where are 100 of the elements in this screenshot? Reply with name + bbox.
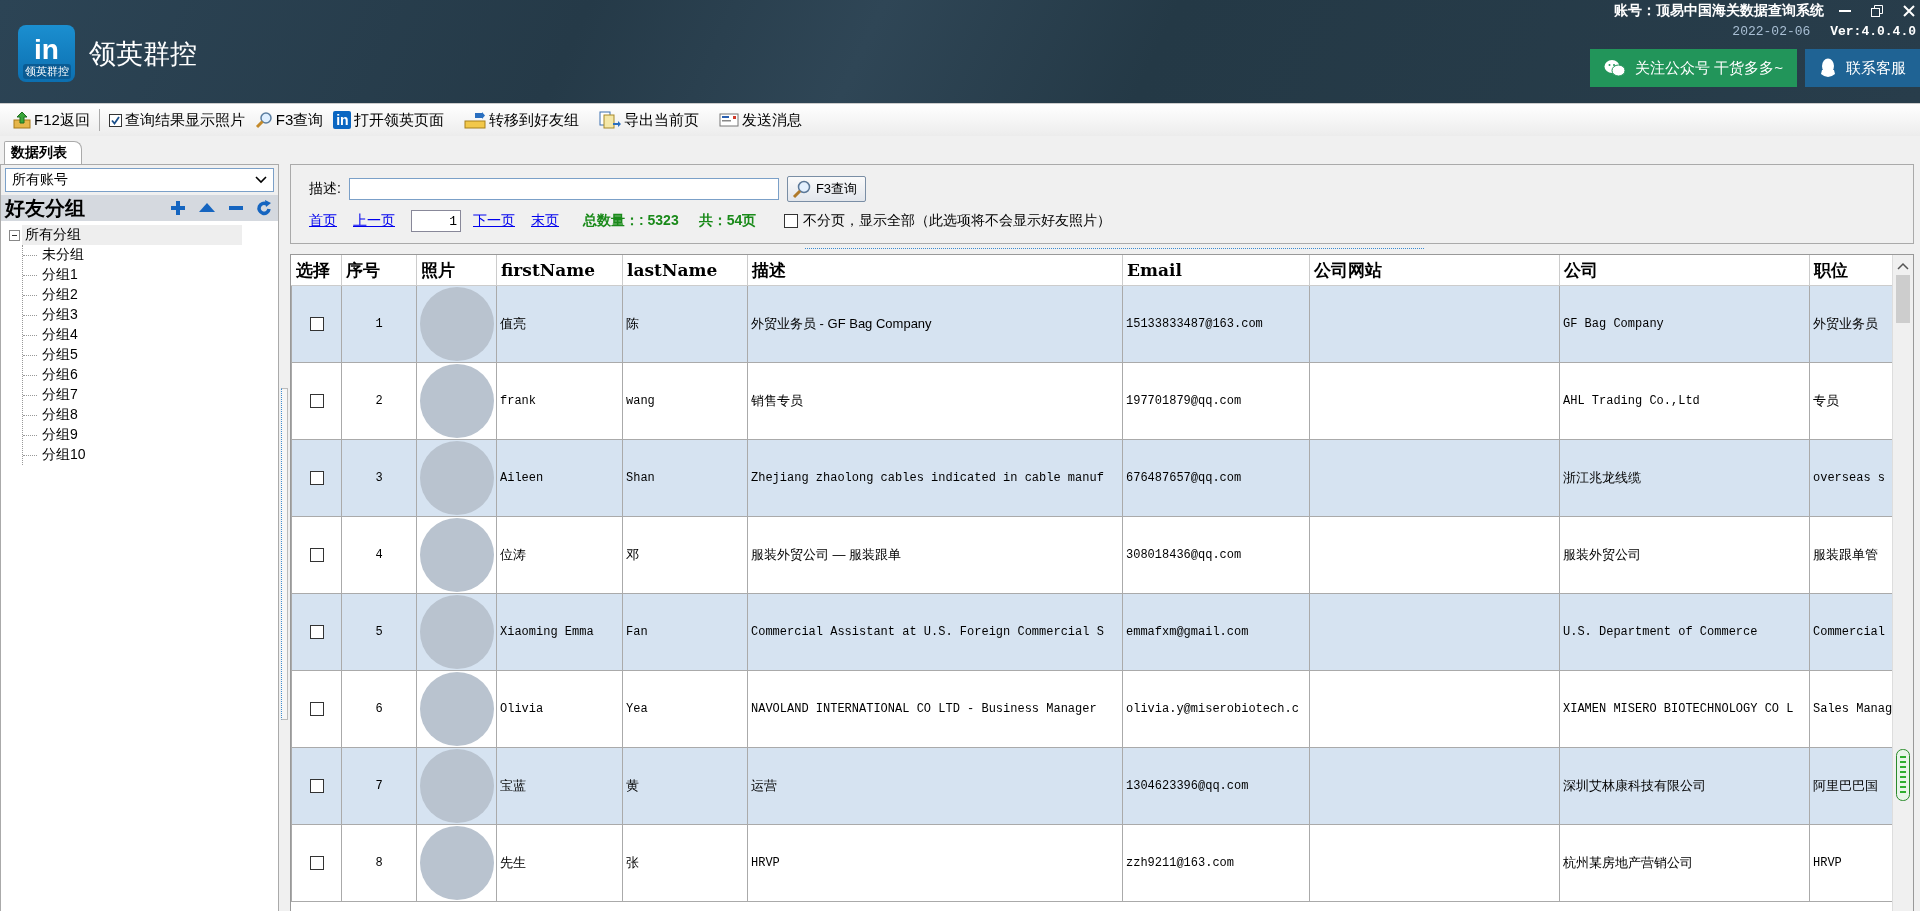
table-cell: 宝蓝: [496, 747, 623, 825]
table-cell: 外贸业务员 - GF Bag Company: [747, 285, 1123, 363]
contact-button[interactable]: 联系客服: [1805, 49, 1920, 87]
table-cell: NAVOLAND INTERNATIONAL CO LTD - Business Manager: [747, 670, 1123, 748]
row-checkbox[interactable]: [309, 316, 324, 331]
row-checkbox[interactable]: [309, 701, 324, 716]
row-checkbox[interactable]: [309, 547, 324, 562]
row-checkbox[interactable]: [309, 624, 324, 639]
column-header[interactable]: firstName: [496, 255, 623, 286]
table-cell: Commercial Assistant at U.S. Foreign Commercial S: [747, 593, 1123, 671]
toolbar-button[interactable]: 转移到好友组: [461, 108, 583, 132]
table-cell: zzh9211@163.com: [1122, 824, 1310, 902]
table-cell: Olivia: [496, 670, 623, 748]
tree-item[interactable]: 所有分组: [22, 225, 242, 245]
query-button[interactable]: F3查询: [786, 176, 867, 202]
close-icon[interactable]: [1902, 4, 1916, 18]
tree-item[interactable]: 未分组: [39, 245, 87, 265]
wechat-icon: [1604, 59, 1627, 77]
data-list-tab[interactable]: 数据列表: [4, 141, 82, 164]
row-checkbox[interactable]: [309, 855, 324, 870]
show-photos-checkbox[interactable]: 查询结果显示照片: [105, 108, 248, 132]
linkedin-icon: in: [333, 111, 352, 129]
table-cell: Aileen: [496, 439, 623, 517]
table-cell: 5: [341, 593, 417, 671]
table-cell: 运营: [747, 747, 1123, 825]
documents-arrow-icon: [599, 111, 622, 129]
table-cell: Commercial: [1809, 593, 1892, 671]
description-input[interactable]: [348, 178, 779, 200]
chevron-down-icon: [255, 176, 267, 184]
version-label: Ver:4.0.4.0: [1830, 24, 1916, 39]
tree-item[interactable]: 分组10: [39, 445, 89, 465]
table-cell: 4: [341, 516, 417, 594]
column-header[interactable]: 序号: [341, 255, 417, 286]
logo-mark: in: [34, 36, 59, 64]
table-cell: 陈: [622, 285, 748, 363]
tree-item[interactable]: 分组7: [39, 385, 81, 405]
table-cell: emmafxm@gmail.com: [1122, 593, 1310, 671]
tree-item[interactable]: 分组1: [39, 265, 81, 285]
grip-handle-icon[interactable]: [1896, 749, 1910, 801]
account-label: 账号：顶易中国海关数据查询系统: [1614, 2, 1824, 20]
column-header[interactable]: Email: [1122, 255, 1310, 286]
tree-item[interactable]: 分组6: [39, 365, 81, 385]
restore-icon[interactable]: [1870, 4, 1884, 18]
table-cell: GF Bag Company: [1559, 285, 1810, 363]
table-cell: 1304623396@qq.com: [1122, 747, 1310, 825]
total-count: 总数量：: 5323: [583, 212, 679, 230]
column-header[interactable]: 选择: [291, 255, 342, 286]
upload-arrow-icon: [13, 111, 31, 129]
tree-item[interactable]: 分组8: [39, 405, 81, 425]
scroll-up-icon[interactable]: [1897, 261, 1909, 271]
table-cell: 6: [341, 670, 417, 748]
toolbar-button[interactable]: F3查询: [251, 108, 327, 132]
collapse-icon[interactable]: [9, 229, 20, 241]
table-cell: 位涛: [496, 516, 623, 594]
table-cell: 308018436@qq.com: [1122, 516, 1310, 594]
tree-item[interactable]: 分组2: [39, 285, 81, 305]
column-header[interactable]: 照片: [416, 255, 497, 286]
add-icon[interactable]: [170, 200, 186, 216]
account-dropdown[interactable]: 所有账号: [5, 168, 274, 192]
next-page-link[interactable]: 下一页: [473, 212, 515, 230]
last-page-link[interactable]: 末页: [531, 212, 559, 230]
table-cell: HRVP: [747, 824, 1123, 902]
app-title: 领英群控: [89, 37, 197, 71]
tree-item[interactable]: 分组5: [39, 345, 81, 365]
splitter-handle[interactable]: [281, 388, 288, 720]
toolbar-button[interactable]: F12返回: [10, 108, 93, 132]
table-cell: 邓: [622, 516, 748, 594]
scrollbar-thumb[interactable]: [1896, 275, 1910, 323]
table-cell: 张: [622, 824, 748, 902]
first-page-link[interactable]: 首页: [309, 212, 337, 230]
table-cell: 阿里巴巴国: [1809, 747, 1892, 825]
table-cell: Zhejiang zhaolong cables indicated in cable manuf: [747, 439, 1123, 517]
refresh-icon[interactable]: [256, 200, 272, 216]
tree-item[interactable]: 分组9: [39, 425, 81, 445]
table-cell: 杭州某房地产营销公司: [1559, 824, 1810, 902]
column-header[interactable]: lastName: [622, 255, 748, 286]
column-header[interactable]: 描述: [747, 255, 1123, 286]
no-paging-checkbox[interactable]: 不分页，显示全部（此选项将不会显示好友照片）: [784, 212, 1112, 230]
follow-button[interactable]: 关注公众号 干货多多~: [1590, 49, 1797, 87]
table-cell: Xiaoming Emma: [496, 593, 623, 671]
toolbar-button[interactable]: 导出当前页: [596, 108, 703, 132]
tree-item[interactable]: 分组4: [39, 325, 81, 345]
table-cell: 8: [341, 824, 417, 902]
row-checkbox[interactable]: [309, 470, 324, 485]
toolbar-button[interactable]: 发送消息: [716, 108, 806, 132]
date-label: 2022-02-06: [1732, 24, 1811, 39]
previous-page-link[interactable]: 上一页: [353, 212, 395, 230]
page-number-input[interactable]: 1: [411, 210, 461, 232]
column-header[interactable]: 公司网站: [1309, 255, 1560, 286]
row-checkbox[interactable]: [309, 393, 324, 408]
column-header[interactable]: 公司: [1559, 255, 1810, 286]
table-cell: 销售专员: [747, 362, 1123, 440]
tree-item[interactable]: 分组3: [39, 305, 81, 325]
toolbar-button[interactable]: in 打开领英页面: [330, 108, 448, 132]
table-cell: 197701879@qq.com: [1122, 362, 1310, 440]
table-cell: 浙江兆龙线缆: [1559, 439, 1810, 517]
table-cell: Yea: [622, 670, 748, 748]
table-cell: 服装外贸公司 — 服装跟单: [747, 516, 1123, 594]
table-cell: frank: [496, 362, 623, 440]
row-checkbox[interactable]: [309, 778, 324, 793]
